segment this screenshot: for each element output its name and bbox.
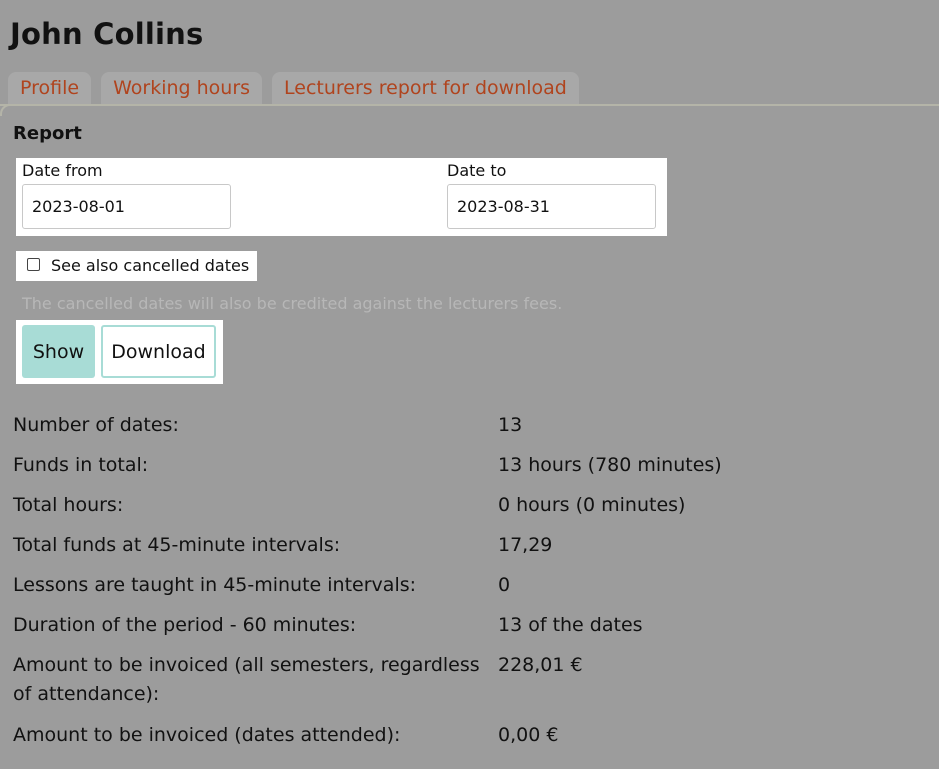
- summary-value: 0,00 €: [498, 724, 559, 746]
- tab-bar: Profile Working hours Lecturers report f…: [8, 72, 579, 104]
- summary-value: 13 hours (780 minutes): [498, 454, 722, 476]
- summary-label: Amount to be invoiced (dates attended):: [13, 724, 401, 746]
- tab-profile[interactable]: Profile: [8, 72, 92, 104]
- summary-value: 13 of the dates: [498, 614, 643, 636]
- date-to-field[interactable]: [447, 184, 656, 229]
- tab-divider: [0, 104, 939, 106]
- date-to-label: Date to: [447, 161, 507, 180]
- summary-label: Number of dates:: [13, 414, 179, 436]
- summary-value: 0 hours (0 minutes): [498, 494, 686, 516]
- tab-lecturers-report[interactable]: Lecturers report for download: [272, 72, 579, 104]
- summary-label: Lessons are taught in 45-minute interval…: [13, 574, 417, 596]
- date-range-panel: Date from Date to: [16, 158, 667, 236]
- report-heading: Report: [13, 123, 82, 144]
- date-from-label: Date from: [22, 161, 103, 180]
- summary-value: 228,01 €: [498, 654, 583, 676]
- show-button[interactable]: Show: [22, 325, 95, 378]
- summary-label: Total hours:: [13, 494, 124, 516]
- summary-label: Duration of the period - 60 minutes:: [13, 614, 357, 636]
- tab-working-hours[interactable]: Working hours: [101, 72, 263, 104]
- page-title: John Collins: [10, 17, 204, 51]
- cancelled-dates-hint: The cancelled dates will also be credite…: [22, 294, 563, 313]
- summary-value: 17,29: [498, 534, 553, 556]
- summary-label: Funds in total:: [13, 454, 149, 476]
- download-button[interactable]: Download: [101, 325, 216, 378]
- cancelled-dates-option: See also cancelled dates: [16, 251, 257, 281]
- cancelled-dates-checkbox[interactable]: [27, 258, 40, 271]
- summary-label: Total funds at 45-minute intervals:: [13, 534, 341, 556]
- date-from-field[interactable]: [22, 184, 231, 229]
- report-actions: Show Download: [16, 320, 223, 384]
- summary-value: 0: [498, 574, 511, 596]
- cancelled-dates-label[interactable]: See also cancelled dates: [51, 255, 249, 277]
- summary-label: Amount to be invoiced (all semesters, re…: [13, 654, 480, 705]
- summary-value: 13: [498, 414, 523, 436]
